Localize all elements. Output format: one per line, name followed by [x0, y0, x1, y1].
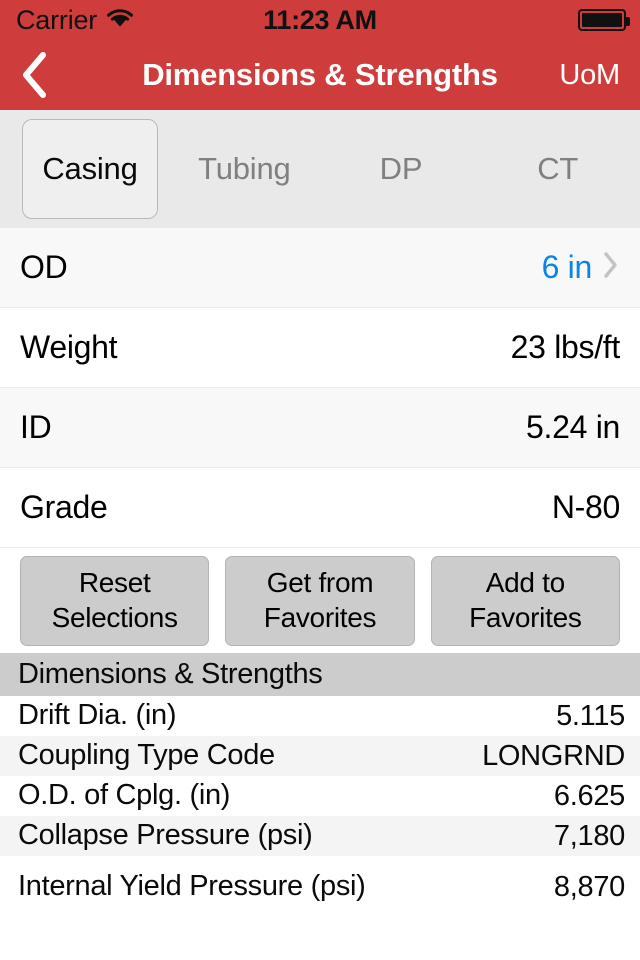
property-right-od: 6 in [542, 249, 620, 286]
tab-tubing-label: Tubing [198, 151, 291, 186]
tab-casing-label: Casing [42, 151, 138, 186]
back-button[interactable] [18, 40, 82, 110]
get-from-favorites-line1: Get from [266, 567, 374, 599]
chevron-left-icon [23, 52, 46, 98]
property-row-grade[interactable]: Grade N-80 [0, 468, 640, 548]
uom-button[interactable]: UoM [559, 59, 620, 92]
detail-value-drift-dia: 5.115 [556, 699, 625, 732]
tab-dp[interactable]: DP [323, 119, 480, 219]
property-right-weight: 23 lbs/ft [510, 329, 621, 366]
detail-value-internal-yield-pressure: 8,870 [553, 870, 625, 903]
detail-label-coupling-type-code: Coupling Type Code [18, 739, 275, 772]
property-right-id: 5.24 in [526, 409, 620, 446]
status-bar: Carrier 11:23 AM [0, 0, 640, 40]
tab-ct[interactable]: CT [479, 119, 636, 219]
property-value-od: 6 in [541, 249, 593, 285]
get-from-favorites-button[interactable]: Get from Favorites [225, 555, 415, 646]
battery-full-icon [578, 9, 630, 31]
detail-value-collapse-pressure: 7,180 [553, 819, 625, 852]
table-row: Coupling Type Code LONGRND [0, 736, 640, 776]
detail-label-internal-yield-pressure: Internal Yield Pressure (psi) [18, 870, 366, 903]
app-screen: Carrier 11:23 AM Dimensions & Strengths … [0, 0, 640, 960]
reset-selections-button[interactable]: Reset Selections [20, 555, 210, 646]
property-value-weight: 23 lbs/ft [510, 329, 621, 365]
navigation-bar: Dimensions & Strengths UoM [0, 40, 640, 110]
status-bar-clock: 11:23 AM [263, 4, 377, 35]
table-row: O.D. of Cplg. (in) 6.625 [0, 776, 640, 816]
detail-label-drift-dia: Drift Dia. (in) [18, 699, 177, 732]
property-label-grade: Grade [20, 489, 108, 525]
property-list: OD 6 in Weight 23 lbs/ft ID 5.24 in Grad… [0, 228, 640, 548]
add-to-favorites-line2: Favorites [469, 601, 582, 633]
detail-table: Drift Dia. (in) 5.115 Coupling Type Code… [0, 696, 640, 918]
property-value-grade: N-80 [551, 489, 620, 525]
get-from-favorites-line2: Favorites [263, 601, 377, 633]
page-title: Dimensions & Strengths [142, 57, 498, 92]
property-label-od: OD [20, 249, 68, 285]
property-label-weight: Weight [20, 329, 118, 365]
property-row-weight[interactable]: Weight 23 lbs/ft [0, 308, 640, 388]
add-to-favorites-line1: Add to [485, 567, 565, 599]
reset-selections-line1: Reset [78, 567, 151, 599]
property-row-id[interactable]: ID 5.24 in [0, 388, 640, 468]
action-button-row: Reset Selections Get from Favorites Add … [0, 548, 640, 653]
section-header-dimensions-strengths: Dimensions & Strengths [0, 653, 640, 696]
detail-value-od-of-cplg: 6.625 [553, 779, 625, 812]
detail-label-collapse-pressure: Collapse Pressure (psi) [18, 819, 313, 852]
property-value-id: 5.24 in [526, 409, 620, 445]
chevron-right-icon [602, 250, 620, 285]
status-bar-right [578, 9, 630, 31]
reset-selections-line2: Selections [51, 601, 178, 633]
table-row: Drift Dia. (in) 5.115 [0, 696, 640, 736]
detail-label-od-of-cplg: O.D. of Cplg. (in) [18, 779, 231, 812]
property-row-od[interactable]: OD 6 in [0, 228, 640, 308]
detail-value-coupling-type-code: LONGRND [482, 739, 625, 772]
table-row: Collapse Pressure (psi) 7,180 [0, 816, 640, 856]
tab-dp-label: DP [379, 151, 423, 186]
tab-ct-label: CT [537, 151, 579, 186]
table-row: Internal Yield Pressure (psi) 8,870 [0, 856, 640, 918]
segmented-tab-bar: Casing Tubing DP CT [0, 110, 640, 228]
property-right-grade: N-80 [552, 489, 620, 526]
property-label-id: ID [20, 409, 52, 445]
tab-tubing[interactable]: Tubing [166, 119, 323, 219]
tab-casing[interactable]: Casing [22, 119, 158, 219]
add-to-favorites-button[interactable]: Add to Favorites [430, 555, 620, 646]
